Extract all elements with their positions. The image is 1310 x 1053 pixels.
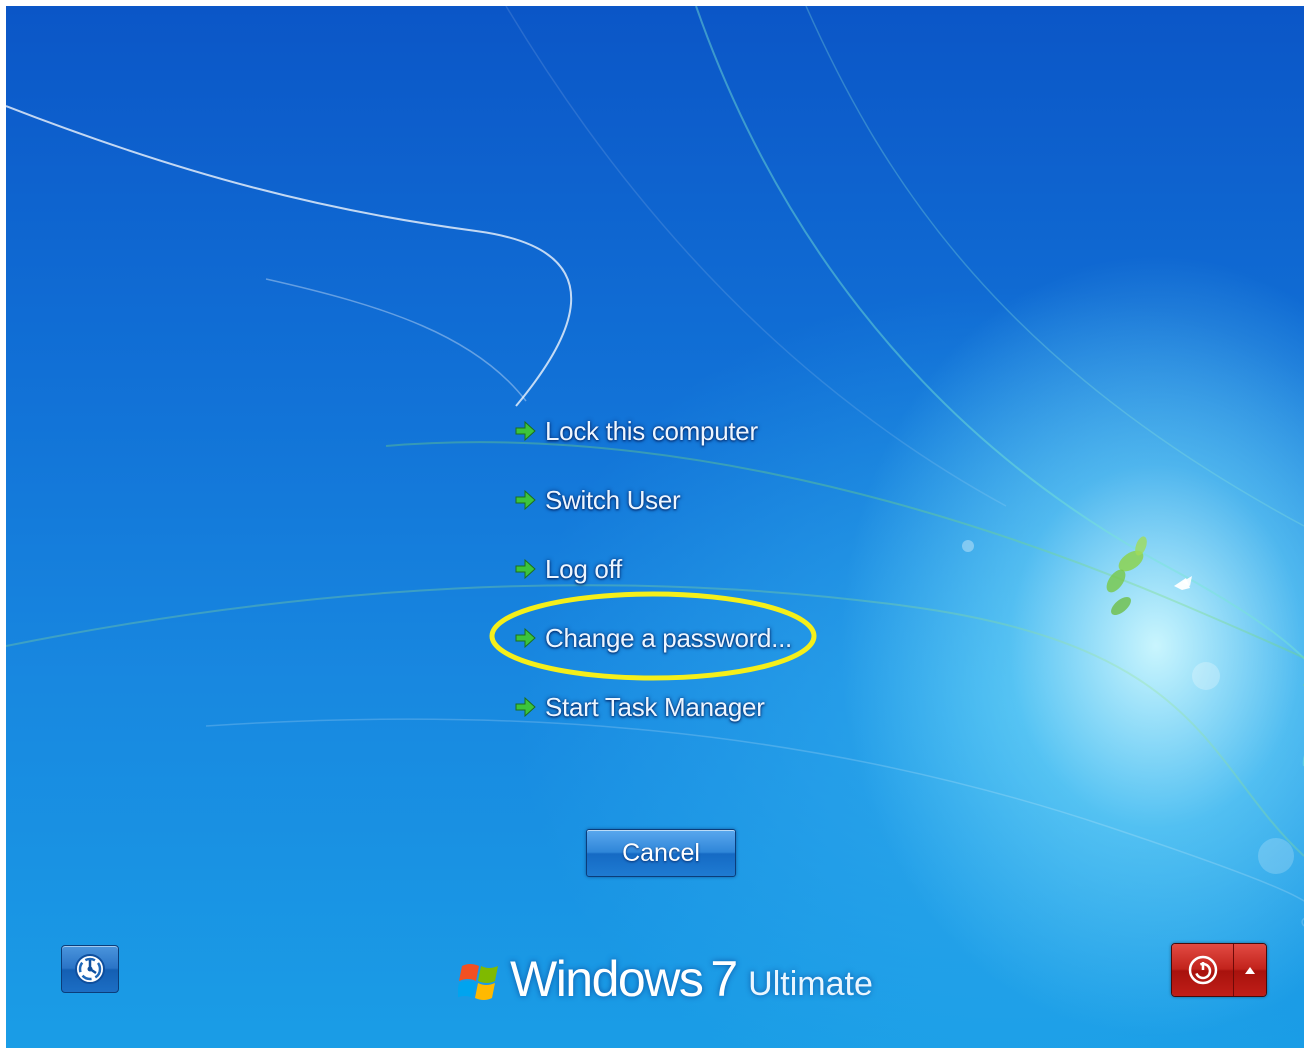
lock-computer-label: Lock this computer (545, 415, 758, 446)
lock-computer-option[interactable]: Lock this computer (513, 411, 758, 451)
switch-user-option[interactable]: Switch User (513, 480, 681, 520)
task-manager-label: Start Task Manager (545, 691, 765, 722)
switch-user-label: Switch User (545, 484, 681, 515)
shut-down-options-button[interactable] (1234, 944, 1266, 996)
windows-branding: Windows 7 Ultimate (458, 944, 873, 1004)
log-off-option[interactable]: Log off (513, 549, 622, 589)
green-arrow-icon (515, 627, 536, 649)
change-password-label: Change a password... (545, 622, 792, 653)
sprout-decoration (1106, 536, 1192, 615)
green-arrow-icon (515, 558, 536, 580)
power-button-group (1171, 943, 1267, 997)
brand-version: 7 (710, 951, 739, 1007)
brand-edition: Ultimate (748, 965, 873, 1003)
task-manager-option[interactable]: Start Task Manager (513, 687, 765, 727)
triangle-up-icon (1245, 967, 1255, 974)
green-arrow-icon (515, 420, 536, 442)
log-off-label: Log off (545, 553, 622, 584)
green-arrow-icon (515, 696, 536, 718)
change-password-option[interactable]: Change a password... (513, 618, 792, 658)
green-arrow-icon (515, 489, 536, 511)
wallpaper-swooshes (6, 6, 1304, 927)
power-icon (1188, 955, 1217, 985)
shut-down-button[interactable] (1172, 944, 1234, 996)
brand-name: Windows (510, 951, 704, 1007)
cancel-button[interactable]: Cancel (586, 829, 736, 877)
windows-flag-icon (458, 964, 498, 1000)
secure-desktop-screen (6, 6, 1304, 1048)
ease-of-access-button[interactable] (61, 945, 119, 993)
ease-of-access-icon (75, 954, 105, 984)
